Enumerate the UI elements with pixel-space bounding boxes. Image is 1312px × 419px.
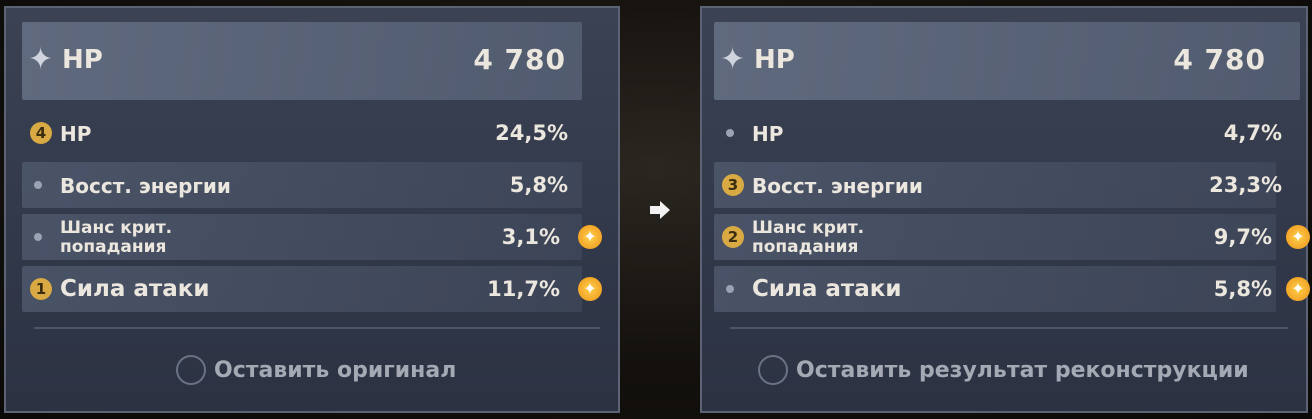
roll-count-badge: 3 (722, 174, 744, 196)
divider (730, 327, 1288, 329)
roll-count-badge: 4 (30, 122, 52, 144)
keep-reconstruction-option[interactable]: Оставить результат реконструкции (758, 354, 1278, 390)
roll-count-badge: 2 (722, 226, 744, 248)
upgrade-sparkle-icon: ✦ (1286, 277, 1310, 301)
keep-original-label: Оставить оригинал (214, 358, 457, 383)
substat-value: 5,8% (509, 173, 568, 197)
substat-row: Шанс крит. попадания 3,1% ✦ (22, 214, 602, 260)
substat-value: 5,8% (1213, 277, 1272, 301)
substat-name: Сила атаки (60, 276, 210, 302)
upgrade-sparkle-icon: ✦ (1286, 225, 1310, 249)
bullet-icon (726, 285, 734, 293)
original-stats-panel: ✦ HP 4 780 4 HP 24,5% Восст. энергии 5,8… (4, 6, 620, 413)
substat-value: 23,3% (1209, 173, 1282, 197)
keep-original-option[interactable]: Оставить оригинал (176, 354, 476, 390)
substat-row: HP 4,7% (714, 110, 1282, 156)
substat-row: 4 HP 24,5% (22, 110, 582, 156)
substat-value: 3,1% (501, 225, 560, 249)
radio-button[interactable] (176, 355, 206, 385)
substat-value: 11,7% (487, 277, 560, 301)
sparkle-icon: ✦ (720, 42, 746, 77)
bullet-icon (34, 181, 42, 189)
substat-name: HP (60, 122, 92, 146)
sparkle-icon: ✦ (28, 42, 54, 77)
upgrade-sparkle-icon: ✦ (578, 277, 602, 301)
keep-reconstruction-label: Оставить результат реконструкции (796, 358, 1249, 383)
substat-name: Восст. энергии (752, 174, 923, 198)
bullet-icon (34, 233, 42, 241)
substat-value: 9,7% (1213, 225, 1272, 249)
substat-row: 2 Шанс крит. попадания 9,7% ✦ (714, 214, 1310, 260)
substat-value: 24,5% (495, 121, 568, 145)
substat-row: Восст. энергии 5,8% (22, 162, 582, 208)
radio-button[interactable] (758, 355, 788, 385)
substat-name: Шанс крит. попадания (752, 219, 864, 257)
reconstruction-stats-panel: ✦ HP 4 780 HP 4,7% 3 Восст. энергии 23,3… (700, 6, 1310, 413)
main-stat-row: ✦ HP 4 780 (22, 22, 582, 100)
substat-name: HP (752, 122, 784, 146)
roll-count-badge: 1 (30, 278, 52, 300)
divider (34, 327, 600, 329)
main-stat-name: HP (754, 45, 795, 75)
substat-name: Шанс крит. попадания (60, 219, 172, 257)
main-stat-value: 4 780 (473, 43, 566, 76)
substat-value: 4,7% (1223, 121, 1282, 145)
substat-row: Сила атаки 5,8% ✦ (714, 266, 1310, 312)
substat-name-line: Шанс крит. (60, 218, 173, 238)
main-stat-name: HP (62, 45, 103, 75)
main-stat-row: ✦ HP 4 780 (714, 22, 1300, 100)
substat-name-line: попадания (752, 237, 859, 257)
substat-row: 1 Сила атаки 11,7% ✦ (22, 266, 602, 312)
arrow-right-icon (650, 201, 670, 219)
substat-row: 3 Восст. энергии 23,3% (714, 162, 1282, 208)
upgrade-sparkle-icon: ✦ (578, 225, 602, 249)
substat-name: Сила атаки (752, 276, 902, 302)
main-stat-value: 4 780 (1173, 43, 1266, 76)
substat-name-line: Шанс крит. (752, 218, 865, 238)
substat-name-line: попадания (60, 237, 167, 257)
substat-name: Восст. энергии (60, 174, 231, 198)
bullet-icon (726, 129, 734, 137)
